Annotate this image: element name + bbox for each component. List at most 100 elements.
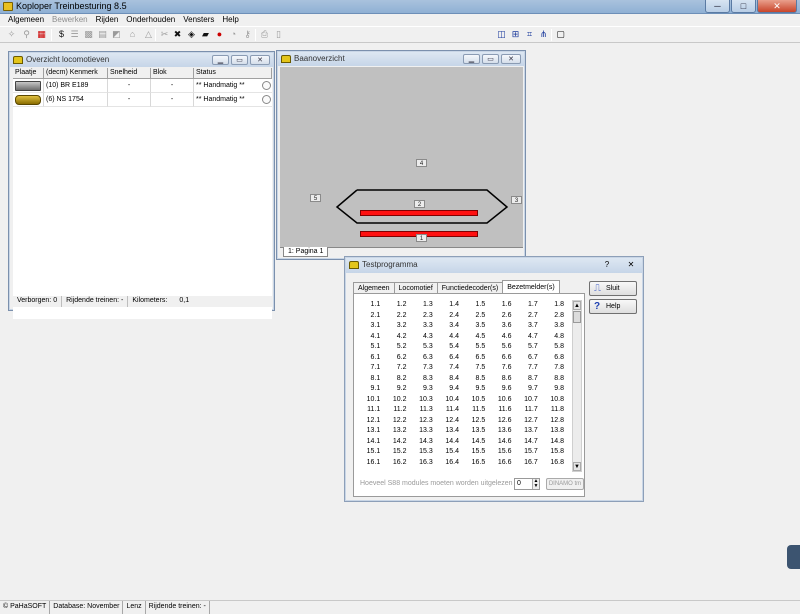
feedback-cell[interactable]: 1.8 bbox=[542, 300, 568, 311]
feedback-cell[interactable]: 6.8 bbox=[542, 353, 568, 364]
feedback-cell[interactable]: 5.1 bbox=[358, 342, 384, 353]
feedback-cell[interactable]: 6.1 bbox=[358, 353, 384, 364]
feedback-cell[interactable]: 11.3 bbox=[411, 405, 437, 416]
scroll-down-icon[interactable]: ▼ bbox=[573, 462, 581, 471]
feedback-cell[interactable]: 14.3 bbox=[411, 437, 437, 448]
feedback-cell[interactable]: 3.6 bbox=[489, 321, 515, 332]
feedback-cell[interactable]: 8.1 bbox=[358, 374, 384, 385]
block-label[interactable]: 2 bbox=[414, 200, 425, 208]
feedback-cell[interactable]: 6.3 bbox=[411, 353, 437, 364]
feedback-cell[interactable]: 9.5 bbox=[463, 384, 489, 395]
feedback-cell[interactable]: 1.2 bbox=[384, 300, 410, 311]
block-label[interactable]: 1 bbox=[416, 234, 427, 242]
feedback-cell[interactable]: 10.3 bbox=[411, 395, 437, 406]
tile-icon[interactable]: ⋔ bbox=[538, 29, 549, 40]
cascade-icon[interactable]: ◫ bbox=[496, 29, 507, 40]
menu-onderhouden[interactable]: Onderhouden bbox=[122, 14, 179, 26]
col-plaatje[interactable]: Plaatje bbox=[13, 68, 44, 78]
feedback-cell[interactable]: 10.6 bbox=[489, 395, 515, 406]
feedback-cell[interactable]: 4.6 bbox=[489, 332, 515, 343]
feedback-cell[interactable]: 10.1 bbox=[358, 395, 384, 406]
feedback-cell[interactable]: 7.3 bbox=[411, 363, 437, 374]
feedback-cell[interactable]: 2.6 bbox=[489, 311, 515, 322]
feedback-cell[interactable]: 6.7 bbox=[516, 353, 542, 364]
feedback-cell[interactable]: 15.3 bbox=[411, 447, 437, 458]
table-row[interactable]: (6) NS 1754 - - ** Handmatig ** bbox=[13, 93, 272, 107]
feedback-cell[interactable]: 2.8 bbox=[542, 311, 568, 322]
tab-locomotief[interactable]: Locomotief bbox=[393, 282, 438, 293]
feedback-cell[interactable]: 4.3 bbox=[411, 332, 437, 343]
grid-icon[interactable]: ▩ bbox=[83, 29, 94, 40]
feedback-cell[interactable]: 9.7 bbox=[516, 384, 542, 395]
minimize-button[interactable]: ▁ bbox=[463, 54, 480, 64]
fill-icon[interactable]: ◩ bbox=[111, 29, 122, 40]
feedback-cell[interactable]: 5.2 bbox=[384, 342, 410, 353]
minimize-button[interactable]: ─ bbox=[705, 0, 730, 13]
feedback-cell[interactable]: 12.4 bbox=[437, 416, 463, 427]
feedback-cell[interactable]: 12.8 bbox=[542, 416, 568, 427]
feedback-cell[interactable]: 11.5 bbox=[463, 405, 489, 416]
feedback-cell[interactable]: 13.3 bbox=[411, 426, 437, 437]
table-icon[interactable]: ▦ bbox=[36, 29, 47, 40]
feedback-cell[interactable]: 1.7 bbox=[516, 300, 542, 311]
feedback-cell[interactable]: 15.6 bbox=[489, 447, 515, 458]
menu-rijden[interactable]: Rijden bbox=[92, 14, 123, 26]
list-icon[interactable]: ☰ bbox=[69, 29, 80, 40]
feedback-cell[interactable]: 3.7 bbox=[516, 321, 542, 332]
feedback-cell[interactable]: 8.3 bbox=[411, 374, 437, 385]
signal-icon[interactable]: ✂ bbox=[159, 29, 170, 40]
feedback-cell[interactable]: 7.1 bbox=[358, 363, 384, 374]
feedback-cell[interactable]: 13.6 bbox=[489, 426, 515, 437]
feedback-cell[interactable]: 5.4 bbox=[437, 342, 463, 353]
feedback-cell[interactable]: 13.4 bbox=[437, 426, 463, 437]
feedback-cell[interactable]: 1.1 bbox=[358, 300, 384, 311]
feedback-cell[interactable]: 13.5 bbox=[463, 426, 489, 437]
dinamo-button[interactable]: DINAMO tm bbox=[546, 478, 584, 490]
feedback-cell[interactable]: 6.2 bbox=[384, 353, 410, 364]
table-row[interactable]: (10) BR E189 - - ** Handmatig ** bbox=[13, 79, 272, 93]
feedback-cell[interactable]: 8.8 bbox=[542, 374, 568, 385]
vertical-scrollbar[interactable]: ▲ ▼ bbox=[572, 300, 582, 472]
feedback-cell[interactable]: 10.4 bbox=[437, 395, 463, 406]
feedback-cell[interactable]: 2.7 bbox=[516, 311, 542, 322]
feedback-cell[interactable]: 5.3 bbox=[411, 342, 437, 353]
close-button[interactable]: ✕ bbox=[501, 54, 521, 64]
feedback-cell[interactable]: 9.2 bbox=[384, 384, 410, 395]
feedback-cell[interactable]: 4.1 bbox=[358, 332, 384, 343]
dollar-icon[interactable]: $ bbox=[56, 29, 67, 40]
feedback-cell[interactable]: 4.4 bbox=[437, 332, 463, 343]
feedback-cell[interactable]: 16.1 bbox=[358, 458, 384, 469]
feedback-cell[interactable]: 13.2 bbox=[384, 426, 410, 437]
feedback-cell[interactable]: 12.2 bbox=[384, 416, 410, 427]
feedback-cell[interactable]: 4.2 bbox=[384, 332, 410, 343]
doc-icon[interactable]: ▤ bbox=[97, 29, 108, 40]
feedback-cell[interactable]: 5.7 bbox=[516, 342, 542, 353]
tab-functiedecoders[interactable]: Functiedecoder(s) bbox=[436, 282, 504, 293]
sluit-button[interactable]: ⎍ Sluit bbox=[589, 281, 637, 296]
page-icon[interactable]: ▯ bbox=[273, 29, 284, 40]
feedback-cell[interactable]: 11.6 bbox=[489, 405, 515, 416]
dialog-close-button[interactable]: ✕ bbox=[623, 260, 639, 270]
feedback-cell[interactable]: 11.2 bbox=[384, 405, 410, 416]
feedback-cell[interactable]: 16.7 bbox=[516, 458, 542, 469]
feedback-cell[interactable]: 16.6 bbox=[489, 458, 515, 469]
feedback-cell[interactable]: 1.6 bbox=[489, 300, 515, 311]
menu-vensters[interactable]: Vensters bbox=[179, 14, 218, 26]
feedback-cell[interactable]: 11.4 bbox=[437, 405, 463, 416]
feedback-cell[interactable]: 9.1 bbox=[358, 384, 384, 395]
feedback-cell[interactable]: 3.3 bbox=[411, 321, 437, 332]
lightbulb-icon[interactable]: ✧ bbox=[6, 29, 17, 40]
search-icon[interactable]: ⚲ bbox=[21, 29, 32, 40]
feedback-cell[interactable]: 1.5 bbox=[463, 300, 489, 311]
feedback-cell[interactable]: 15.4 bbox=[437, 447, 463, 458]
cross-icon[interactable]: △ bbox=[143, 29, 154, 40]
feedback-cell[interactable]: 5.5 bbox=[463, 342, 489, 353]
close-button[interactable]: ✕ bbox=[250, 55, 270, 65]
feedback-cell[interactable]: 8.7 bbox=[516, 374, 542, 385]
feedback-cell[interactable]: 3.1 bbox=[358, 321, 384, 332]
tab-pagina-1[interactable]: 1: Pagina 1 bbox=[283, 247, 329, 257]
feedback-cell[interactable]: 14.2 bbox=[384, 437, 410, 448]
feedback-cell[interactable]: 13.8 bbox=[542, 426, 568, 437]
feedback-cell[interactable]: 3.4 bbox=[437, 321, 463, 332]
feedback-cell[interactable]: 4.8 bbox=[542, 332, 568, 343]
